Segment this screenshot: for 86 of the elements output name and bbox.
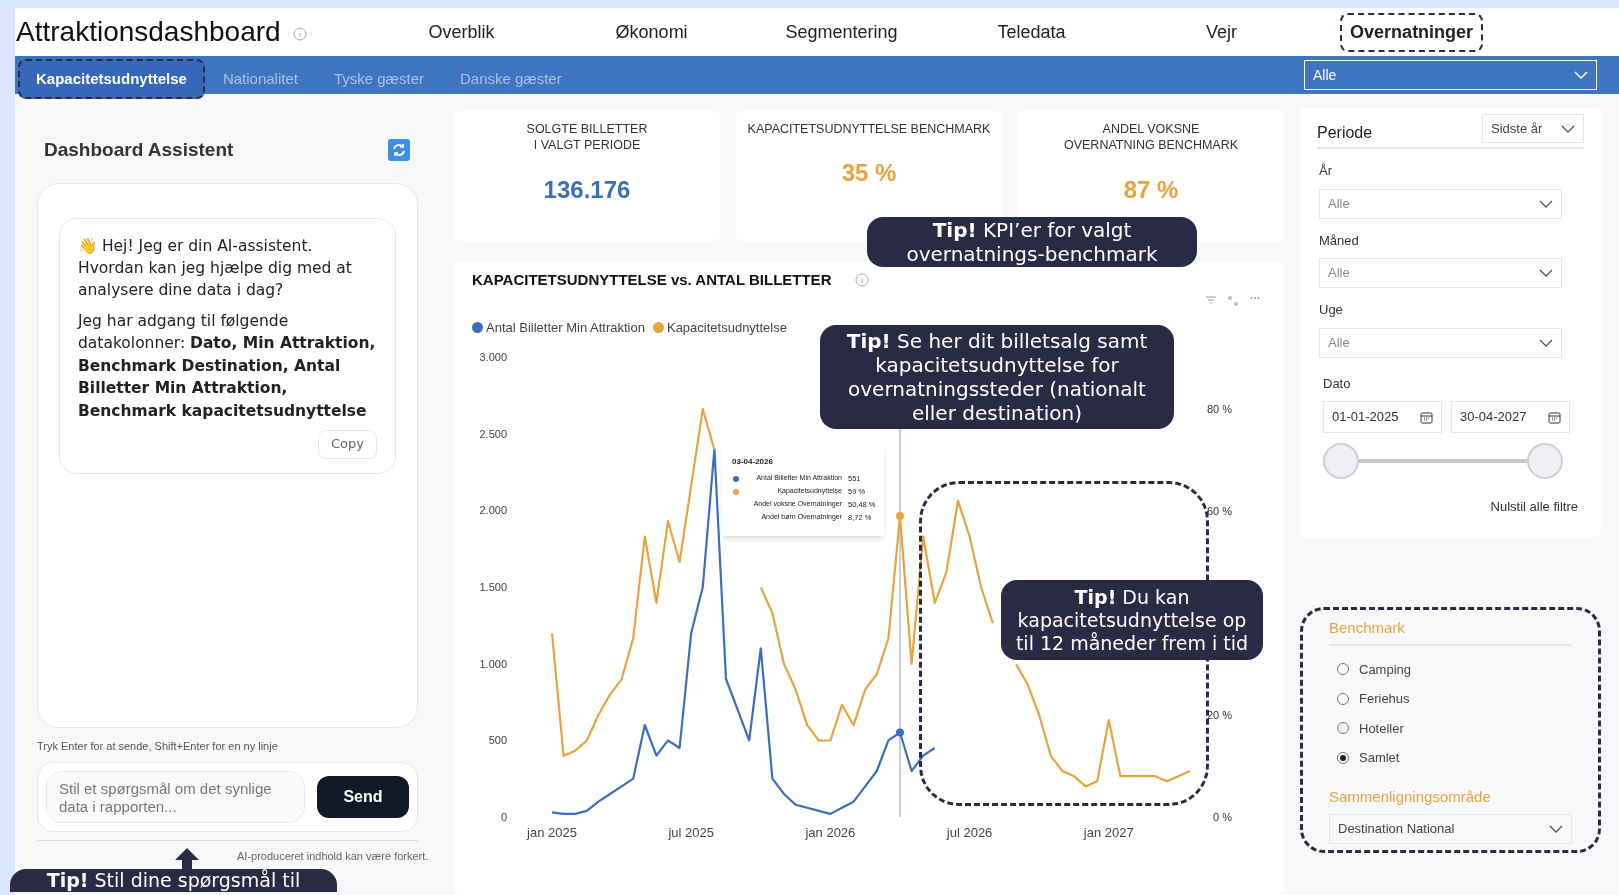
axis-tick-label: jan 2025 (527, 825, 577, 840)
chevron-down-icon (1539, 338, 1553, 347)
filter-icon[interactable] (1206, 295, 1216, 304)
hover-point (896, 728, 904, 737)
axis-tick-label: jan 2026 (805, 825, 856, 840)
tip-callout: Tip! Du kan kapacitetsudnyttelse op til 12 måneder frem i tid (1001, 580, 1263, 661)
filter-label: År (1319, 162, 1333, 180)
nav-tab[interactable]: Segmentering (775, 12, 908, 52)
tip-callout: Tip! Se her dit billetsalg samt kapacitetsudnyttelse for overnatningssteder (nationalt eller destination) (820, 325, 1174, 429)
date-input[interactable]: 01-01-2025 (1323, 401, 1442, 433)
dashboard-title: Attraktionsdashboard (16, 15, 281, 49)
filter-dropdown[interactable]: Alle (1319, 188, 1562, 219)
axis-tick-label: 1.000 (479, 657, 507, 670)
filter-label: Uge (1319, 301, 1344, 319)
date-range-slider[interactable] (1323, 443, 1563, 479)
hint-text: Tryk Enter for at sende, Shift+Enter for en ny linje (37, 738, 279, 754)
kpi-title: ANDEL VOKSNE OVERNATNING BENCHMARK (1063, 121, 1239, 154)
dropdown[interactable]: Alle (1304, 60, 1597, 90)
expand-icon[interactable] (1228, 295, 1238, 306)
radio-option[interactable]: Feriehus (1337, 689, 1572, 709)
up-arrow-icon (175, 848, 199, 870)
filter-label: Måned (1319, 231, 1360, 250)
kpi-value: 35 % (841, 158, 897, 189)
radio-option[interactable]: Camping (1337, 659, 1572, 679)
axis-tick-label: 2.500 (479, 427, 507, 440)
axis-tick-label: 0 (500, 811, 507, 823)
nav-tab[interactable]: Overblik (418, 12, 505, 52)
question-input[interactable]: Stil et spørgsmål om det synlige data i rapporten... (46, 771, 305, 823)
kpi-title: SOLGTE BILLETTER I VALGT PERIODE (526, 121, 648, 154)
info-icon[interactable] (855, 273, 870, 288)
panel-title: Dashboard Assistent (44, 138, 234, 162)
sub-tab[interactable]: Kapacitetsudnyttelse (18, 59, 205, 99)
hover-point (896, 512, 904, 521)
tooltip-date: 03-04-2026 (732, 456, 774, 468)
disclaimer-text: AI-produceret indhold kan være forkert. (237, 850, 429, 862)
period-dropdown[interactable]: Sidste år (1482, 114, 1584, 143)
nav-tab[interactable]: Økonomi (605, 12, 698, 52)
chevron-down-icon (1539, 269, 1553, 277)
legend-label: Antal Billetter Min Attraktion (486, 318, 645, 337)
slider-handle[interactable] (1527, 443, 1563, 479)
info-icon[interactable] (292, 27, 307, 41)
axis-tick-label: 60 % (1206, 505, 1232, 517)
radio-option[interactable]: Samlet (1337, 748, 1572, 768)
legend-label: Kapacitetsudnyttelse (666, 318, 787, 337)
message-text: Jeg har adgang til følgende datakolonner: Dato, Min Attraktion, Benchmark Destination, Antal Billetter Min Attraktion, Benchmark kapacitetsudnyttelse (78, 310, 377, 422)
axis-tick-label: 0 % (1213, 811, 1232, 823)
axis-tick-label: 1.500 (479, 581, 507, 593)
nav-tab[interactable]: Overnatninger (1340, 12, 1484, 52)
kpi-title: KAPACITETSUDNYTTELSE BENCHMARK (747, 121, 991, 138)
axis-tick-label: jul 2026 (946, 825, 993, 840)
refresh-icon[interactable] (388, 139, 410, 162)
kpi-value: 136.176 (543, 174, 631, 205)
date-input[interactable]: 30-04-2027 (1451, 401, 1570, 433)
calendar-icon[interactable] (1548, 410, 1561, 424)
axis-tick-label: 3.000 (479, 351, 507, 363)
axis-tick-label: jul 2025 (668, 825, 714, 840)
radio-option[interactable]: Hoteller (1337, 718, 1572, 738)
axis-tick-label: jan 2027 (1083, 825, 1134, 840)
nav-tab[interactable]: Vejr (1196, 12, 1248, 52)
filter-heading: Periode (1317, 123, 1373, 143)
send-button[interactable]: Send (317, 776, 409, 818)
section-heading: Sammenligningsområde (1329, 786, 1492, 807)
filter-dropdown[interactable]: Alle (1319, 327, 1562, 358)
axis-tick-label: 80 % (1206, 403, 1232, 415)
nav-tab[interactable]: Teledata (987, 12, 1076, 52)
copy-button[interactable]: Copy (318, 430, 377, 460)
reset-filters-link[interactable]: Nulstil alle filtre (1490, 497, 1578, 517)
slider-handle[interactable] (1323, 443, 1359, 479)
more-icon[interactable] (1250, 295, 1260, 300)
axis-tick-label: 500 (488, 734, 507, 747)
chevron-down-icon (1549, 825, 1563, 833)
tip-callout: Tip! Stil dine spørgsmål til (10, 869, 337, 892)
axis-tick-label: 20 % (1206, 709, 1232, 721)
calendar-icon[interactable] (1420, 410, 1433, 424)
chevron-down-icon (1539, 199, 1553, 208)
section-heading: Benchmark (1329, 618, 1405, 636)
chevron-down-icon (1574, 71, 1588, 79)
axis-tick-label: 2.000 (479, 504, 507, 517)
filter-label: Dato (1323, 374, 1352, 393)
message-text: 👋 Hej! Jeg er din AI-assistent. Hvordan kan jeg hjælpe dig med at analysere dine data i dag? (78, 235, 353, 302)
kpi-value: 87 % (1123, 174, 1179, 205)
tip-callout: Tip! KPI’er for valgt overnatnings-benchmark (867, 217, 1197, 267)
chevron-down-icon (1561, 124, 1575, 133)
chart-title: KAPACITETSUDNYTTELSE vs. ANTAL BILLETTER (472, 270, 832, 290)
filter-dropdown[interactable]: Alle (1319, 258, 1562, 288)
area-dropdown[interactable]: Destination National (1329, 814, 1572, 844)
